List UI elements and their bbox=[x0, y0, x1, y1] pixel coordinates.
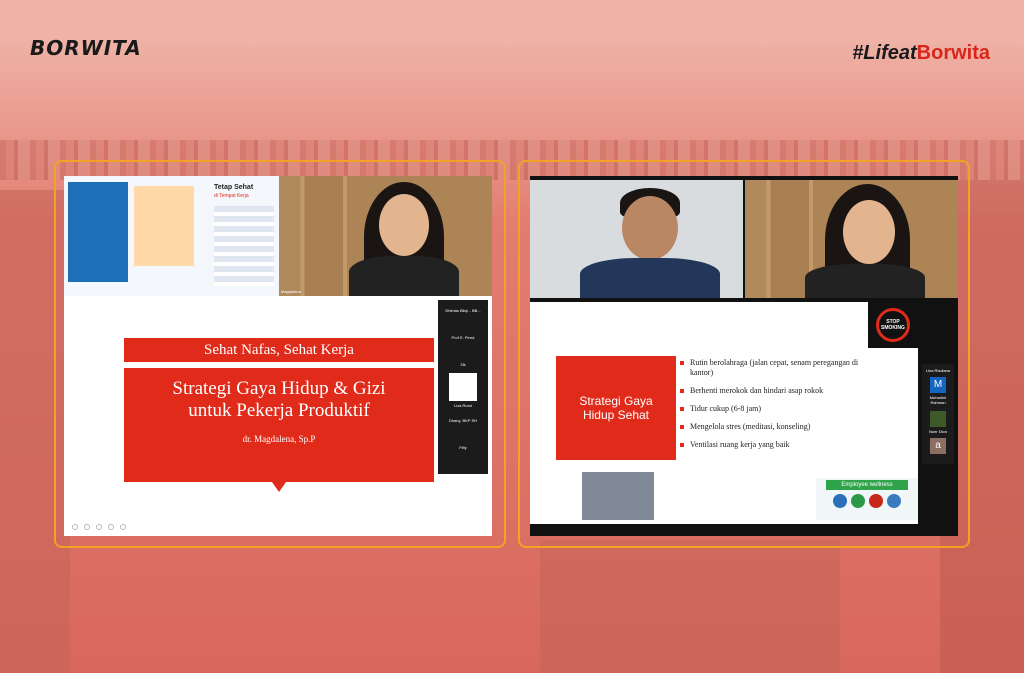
poster-title: Tetap Sehat bbox=[214, 184, 254, 191]
right-zoom-window: Strategi Gaya Hidup Sehat STOP SMOKING R… bbox=[530, 176, 958, 536]
speaker-shirt bbox=[349, 256, 459, 296]
poster-subtitle: di Tempat Kerja bbox=[214, 193, 249, 199]
stop-smoking-image: STOP SMOKING bbox=[868, 302, 918, 348]
office-photo bbox=[582, 472, 654, 520]
participant-avatar: a bbox=[930, 438, 946, 454]
wellness-heart-icon bbox=[869, 494, 883, 508]
slide-header-bar: Sehat Nafas, Sehat Kerja bbox=[124, 338, 434, 362]
slide-title-box: Strategi Gaya Hidup & Gizi untuk Pekerja… bbox=[124, 368, 434, 482]
participant-label: Dhany, BKP SH bbox=[448, 418, 478, 423]
poster-list bbox=[214, 206, 274, 286]
participant-label: Lina Risdiana bbox=[925, 368, 951, 373]
hashtag-text: #Lifeat bbox=[852, 42, 917, 64]
strategy-bullet: Rutin berolahraga (jalan cepat, senam pe… bbox=[680, 358, 860, 378]
employee-wellness-graphic: Employee wellness bbox=[816, 478, 918, 520]
hashtag-brand: Borwita bbox=[916, 42, 990, 64]
participant-avatar: M bbox=[930, 377, 946, 393]
shared-poster-tile: Tetap Sehat di Tempat Kerja bbox=[64, 176, 279, 296]
participant-label: Muhadhir Rahman bbox=[929, 395, 947, 405]
participant-label: Dhimas Bilqi... BB... bbox=[445, 308, 481, 313]
wellness-title: Employee wellness bbox=[826, 480, 908, 490]
strategy-bullet: Mengelola stres (meditasi, konseling) bbox=[680, 422, 860, 432]
borwita-logo: BORWITA bbox=[30, 36, 142, 60]
participant-label: Noer Dion bbox=[928, 429, 947, 434]
participant-shirt bbox=[580, 258, 720, 298]
toolbar-dot[interactable] bbox=[84, 524, 90, 530]
right-presentation-slide: Strategi Gaya Hidup Sehat STOP SMOKING R… bbox=[530, 302, 918, 524]
toolbar-dot[interactable] bbox=[96, 524, 102, 530]
wellness-people-icon bbox=[851, 494, 865, 508]
slide-presenter: dr. Magdalena, Sp.P bbox=[242, 434, 316, 444]
left-presentation-slide: Sehat Nafas, Sehat Kerja Strategi Gaya H… bbox=[64, 296, 436, 536]
wellness-bed-icon bbox=[887, 494, 901, 508]
toolbar-dot[interactable] bbox=[120, 524, 126, 530]
strategy-box: Strategi Gaya Hidup Sehat bbox=[556, 356, 676, 460]
speaker-video-tile: Magdalena bbox=[279, 176, 492, 296]
left-zoom-window: Tetap Sehat di Tempat Kerja Magdalena Se… bbox=[64, 176, 492, 536]
participant-label: Liza Romi bbox=[454, 403, 472, 408]
toolbar-dot[interactable] bbox=[108, 524, 114, 530]
hashtag-lifeat-borwita: #LifeatBorwita bbox=[852, 42, 990, 65]
participant-label: Zik bbox=[460, 362, 466, 367]
strategy-box-line1: Strategi Gaya bbox=[579, 394, 653, 408]
strategy-bullet: Ventilasi ruang kerja yang baik bbox=[680, 440, 860, 450]
participant-label: Prof E. Perut bbox=[451, 335, 475, 340]
participant-photo bbox=[930, 411, 946, 427]
slide-toolbar[interactable] bbox=[72, 524, 126, 530]
participant-video-tile bbox=[530, 180, 743, 298]
poster-blue-panel bbox=[68, 182, 128, 282]
speaker-video-tile bbox=[745, 180, 958, 298]
slide-title-line2: untuk Pekerja Produktif bbox=[188, 400, 370, 421]
slide-pointer bbox=[272, 482, 286, 492]
participant-avatar bbox=[449, 373, 477, 401]
participant-label: Fitty bbox=[459, 445, 467, 450]
strategy-box-line2: Hidup Sehat bbox=[582, 408, 650, 422]
right-participant-list: Lina Risdiana M Muhadhir Rahman Noer Dio… bbox=[922, 364, 954, 464]
slide-title-line1: Strategi Gaya Hidup & Gizi bbox=[172, 378, 386, 399]
left-participant-list: Dhimas Bilqi... BB... Prof E. Perut Zik … bbox=[438, 300, 488, 474]
strategy-bullet: Tidur cukup (6-8 jam) bbox=[680, 404, 860, 414]
speaker-name-label: Magdalena bbox=[281, 289, 301, 294]
participant-face bbox=[622, 196, 678, 260]
health-strategy-list: Rutin berolahraga (jalan cepat, senam pe… bbox=[680, 358, 860, 458]
speaker-face bbox=[379, 194, 429, 256]
poster-illustration bbox=[134, 186, 194, 266]
speaker-face bbox=[843, 200, 895, 264]
toolbar-dot[interactable] bbox=[72, 524, 78, 530]
smoking-text: SMOKING bbox=[881, 324, 905, 331]
speaker-shirt bbox=[805, 264, 925, 298]
strategy-bullet: Berhenti merokok dan hindari asap rokok bbox=[680, 386, 860, 396]
wellness-brain-icon bbox=[833, 494, 847, 508]
background-building-bottom bbox=[540, 540, 840, 673]
